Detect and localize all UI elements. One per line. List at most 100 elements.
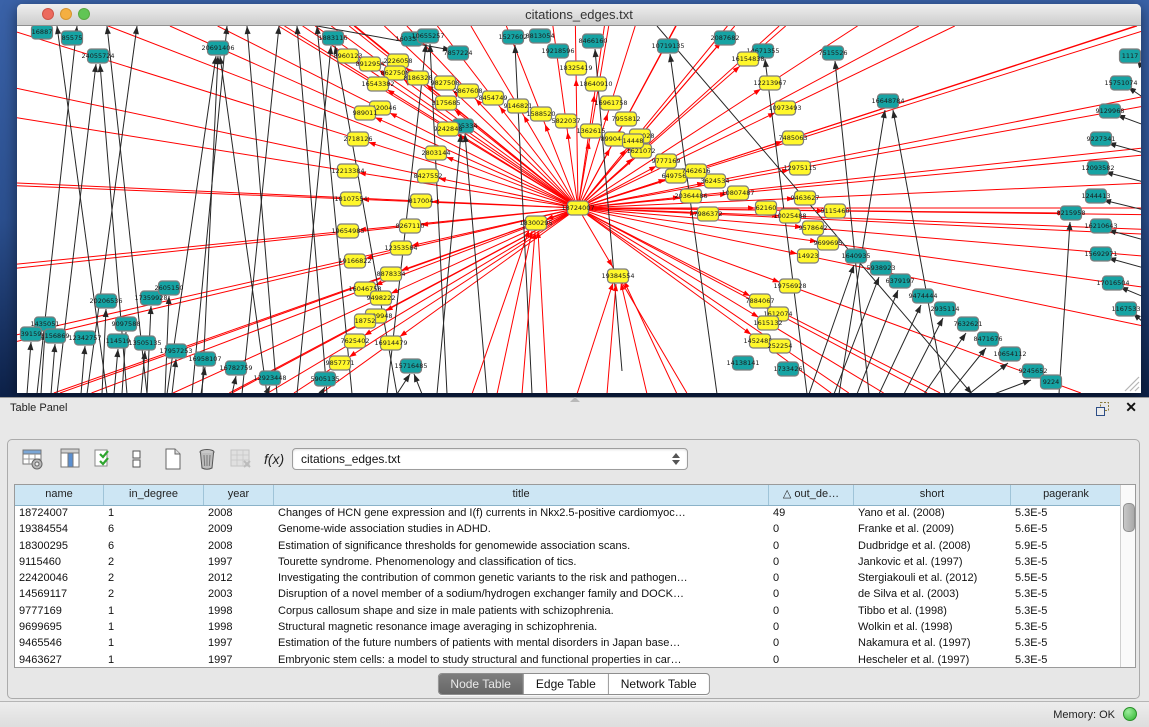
- column-header-name[interactable]: name: [15, 485, 104, 505]
- graph-node[interactable]: 16914479: [374, 336, 407, 350]
- graph-node[interactable]: 9777169: [652, 154, 681, 168]
- graph-node[interactable]: 2718126: [344, 132, 373, 146]
- graph-node[interactable]: 13505135: [128, 336, 161, 350]
- graph-node[interactable]: 1117: [1120, 49, 1141, 63]
- graph-node[interactable]: 9699695: [814, 236, 843, 250]
- table-selector-dropdown[interactable]: citations_edges.txt: [292, 448, 688, 470]
- graph-node[interactable]: 8813054: [526, 29, 555, 43]
- graph-node[interactable]: 12213384: [331, 164, 364, 178]
- tab-node-table[interactable]: Node Table: [438, 674, 524, 694]
- graph-node[interactable]: 16648784: [871, 94, 904, 108]
- graph-node[interactable]: 1640935: [842, 249, 871, 263]
- graph-node[interactable]: 8471676: [974, 332, 1003, 346]
- graph-node[interactable]: 20364486: [674, 189, 707, 203]
- graph-node[interactable]: 5905135: [311, 372, 340, 386]
- table-row[interactable]: 946362711997Embryonic stem cells: a mode…: [15, 652, 1122, 668]
- graph-node[interactable]: 9474444: [909, 289, 938, 303]
- graph-node[interactable]: 1883116: [319, 31, 348, 45]
- table-columns-icon[interactable]: [58, 446, 86, 474]
- graph-node[interactable]: 9097588: [112, 317, 141, 331]
- graph-node[interactable]: 14138141: [726, 356, 759, 370]
- graph-node[interactable]: 2087682: [711, 31, 740, 45]
- window-titlebar[interactable]: citations_edges.txt: [17, 4, 1141, 26]
- graph-node[interactable]: 9242848: [434, 122, 463, 136]
- graph-node[interactable]: 8215958: [1057, 206, 1086, 220]
- graph-node[interactable]: 12342757: [68, 331, 101, 345]
- graph-node[interactable]: 18640910: [579, 77, 612, 91]
- graph-node[interactable]: 18752: [355, 314, 376, 328]
- graph-node[interactable]: 62160: [756, 201, 777, 215]
- graph-node[interactable]: 85575: [62, 31, 83, 45]
- close-panel-icon[interactable]: ✕: [1125, 399, 1137, 416]
- graph-node[interactable]: 7462616: [682, 164, 711, 178]
- table-row[interactable]: 1830029562008Estimation of significance …: [15, 538, 1122, 554]
- table-row[interactable]: 969969511998Structural magnetic resonanc…: [15, 619, 1122, 635]
- graph-node[interactable]: 2935114: [931, 302, 960, 316]
- graph-node[interactable]: 3175685: [432, 96, 461, 110]
- graph-node[interactable]: 5822037: [552, 114, 581, 128]
- network-graph-canvas[interactable]: 1872400718300295193845541688785575240557…: [17, 26, 1141, 393]
- graph-node[interactable]: 7857224: [444, 46, 473, 60]
- graph-node[interactable]: 39159: [21, 327, 42, 341]
- graph-node[interactable]: 16782759: [219, 361, 252, 375]
- float-panel-icon[interactable]: [1095, 401, 1111, 417]
- graph-node[interactable]: 1615132: [754, 316, 783, 330]
- tab-network-table[interactable]: Network Table: [609, 674, 709, 694]
- graph-node[interactable]: 16887: [32, 26, 53, 39]
- graph-node[interactable]: 7955812: [612, 112, 641, 126]
- graph-node[interactable]: 16958107: [188, 352, 221, 366]
- column-header-out_de[interactable]: △ out_de…: [769, 485, 854, 505]
- table-row[interactable]: 977716911998Corpus callosum shape and si…: [15, 603, 1122, 619]
- graph-node[interactable]: 9224: [1041, 375, 1062, 389]
- delete-table-icon[interactable]: [228, 446, 256, 474]
- graph-node[interactable]: 5938923: [867, 261, 896, 275]
- graph-node[interactable]: 114519: [106, 334, 131, 348]
- graph-node[interactable]: 19384554: [601, 269, 634, 283]
- graph-node[interactable]: 7632621: [954, 317, 983, 331]
- graph-node[interactable]: 9498222: [367, 291, 396, 305]
- table-row[interactable]: 911546021997Tourette syndrome. Phenomeno…: [15, 554, 1122, 570]
- graph-node[interactable]: 8427552: [414, 169, 443, 183]
- graph-node[interactable]: 7485063: [779, 131, 808, 145]
- graph-node[interactable]: 9115460: [821, 204, 850, 218]
- table-settings-icon[interactable]: [20, 446, 48, 474]
- table-row[interactable]: 2242004622012Investigating the contribut…: [15, 570, 1122, 586]
- graph-node[interactable]: 9463627: [791, 191, 820, 205]
- graph-node[interactable]: 10719135: [651, 39, 684, 53]
- graph-node[interactable]: 8878334: [377, 267, 406, 281]
- table-row[interactable]: 1938455462009Genome-wide association stu…: [15, 521, 1122, 537]
- graph-node[interactable]: 10807487: [721, 186, 754, 200]
- graph-node[interactable]: 1733426: [774, 362, 803, 376]
- graph-node[interactable]: 12975115: [783, 161, 816, 175]
- graph-node[interactable]: 7986372: [694, 207, 723, 221]
- graph-node[interactable]: 18107554: [334, 192, 367, 206]
- table-row[interactable]: 1456911722003Disruption of a novel membe…: [15, 586, 1122, 602]
- graph-node[interactable]: 15716485: [394, 359, 427, 373]
- function-builder-icon[interactable]: f(x): [264, 446, 292, 474]
- graph-node[interactable]: 12923448: [253, 371, 286, 385]
- graph-node[interactable]: 14448: [623, 134, 644, 148]
- column-header-in_degree[interactable]: in_degree: [104, 485, 204, 505]
- graph-node[interactable]: 10654112: [993, 347, 1026, 361]
- table-scrollbar[interactable]: [1120, 485, 1135, 667]
- graph-node[interactable]: 9227341: [1087, 132, 1116, 146]
- graph-node[interactable]: 19218596: [541, 44, 574, 58]
- scrollbar-thumb[interactable]: [1123, 503, 1135, 532]
- graph-node[interactable]: 10025488: [773, 209, 806, 223]
- column-header-year[interactable]: year: [204, 485, 274, 505]
- graph-node[interactable]: 1156869: [41, 329, 70, 343]
- graph-node[interactable]: 8186328: [404, 71, 433, 85]
- graph-node[interactable]: 989011: [353, 106, 378, 120]
- graph-node[interactable]: 10973493: [768, 101, 801, 115]
- graph-node[interactable]: 817004: [409, 194, 434, 208]
- graph-node[interactable]: 9129968: [1096, 104, 1125, 118]
- new-file-icon[interactable]: [160, 446, 188, 474]
- graph-node[interactable]: 8267110: [396, 219, 425, 233]
- graph-node[interactable]: 1527602: [499, 30, 528, 44]
- delete-icon[interactable]: [194, 446, 222, 474]
- graph-node[interactable]: 16543382: [361, 77, 394, 91]
- graph-node[interactable]: 7884067: [746, 294, 775, 308]
- graph-node[interactable]: 19654985: [331, 224, 364, 238]
- tab-edge-table[interactable]: Edge Table: [524, 674, 609, 694]
- column-header-short[interactable]: short: [854, 485, 1011, 505]
